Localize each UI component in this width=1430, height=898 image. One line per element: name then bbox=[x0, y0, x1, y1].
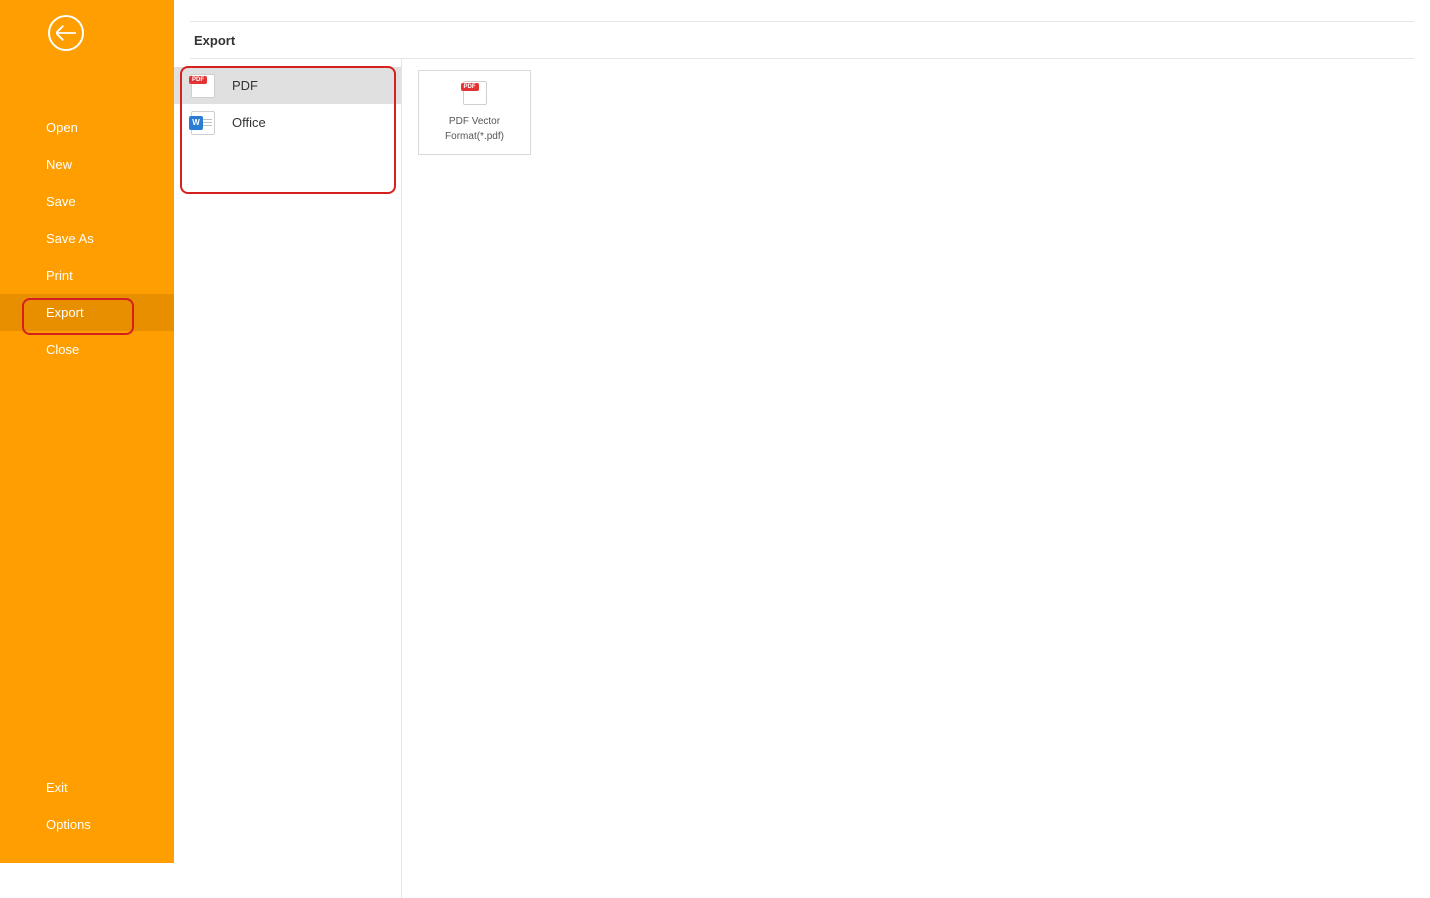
content-area: PDF PDF W Office bbox=[174, 59, 1430, 898]
pdf-icon: PDF bbox=[463, 81, 487, 105]
sidebar: Open New Save Save As Print Export Close… bbox=[0, 0, 174, 863]
sidebar-main-menu: Open New Save Save As Print Export Close bbox=[0, 109, 174, 368]
back-arrow-icon bbox=[56, 25, 76, 41]
sidebar-item-export[interactable]: Export bbox=[0, 294, 174, 331]
sidebar-item-label: Save As bbox=[46, 231, 94, 246]
output-option-pdf-vector[interactable]: PDF PDF Vector Format(*.pdf) bbox=[418, 70, 531, 155]
output-panel: PDF PDF Vector Format(*.pdf) bbox=[402, 59, 1430, 898]
format-panel: PDF PDF W Office bbox=[174, 59, 402, 898]
sidebar-item-exit[interactable]: Exit bbox=[0, 769, 174, 806]
sidebar-item-label: Print bbox=[46, 268, 73, 283]
sidebar-item-save[interactable]: Save bbox=[0, 183, 174, 220]
format-item-office[interactable]: W Office bbox=[174, 104, 401, 141]
format-item-label: Office bbox=[232, 115, 266, 130]
sidebar-item-save-as[interactable]: Save As bbox=[0, 220, 174, 257]
page-title: Export bbox=[194, 33, 235, 48]
sidebar-item-options[interactable]: Options bbox=[0, 806, 174, 843]
back-button[interactable] bbox=[48, 15, 84, 51]
sidebar-item-label: Exit bbox=[46, 780, 68, 795]
format-item-label: PDF bbox=[232, 78, 258, 93]
sidebar-item-label: New bbox=[46, 157, 72, 172]
sidebar-bottom-menu: Exit Options bbox=[0, 769, 174, 843]
sidebar-item-label: Options bbox=[46, 817, 91, 832]
main-area: Export PDF PDF bbox=[174, 0, 1430, 898]
sidebar-item-new[interactable]: New bbox=[0, 146, 174, 183]
sidebar-item-open[interactable]: Open bbox=[0, 109, 174, 146]
sidebar-item-label: Close bbox=[46, 342, 79, 357]
sidebar-item-print[interactable]: Print bbox=[0, 257, 174, 294]
output-option-label: PDF Vector Format(*.pdf) bbox=[445, 115, 504, 144]
sidebar-item-label: Export bbox=[46, 305, 84, 320]
sidebar-item-label: Save bbox=[46, 194, 76, 209]
header-bar: Export bbox=[190, 22, 1414, 59]
top-strip bbox=[190, 0, 1414, 22]
sidebar-item-label: Open bbox=[46, 120, 78, 135]
sidebar-item-close[interactable]: Close bbox=[0, 331, 174, 368]
format-item-pdf[interactable]: PDF PDF bbox=[174, 67, 401, 104]
format-list: PDF PDF W Office bbox=[174, 67, 401, 141]
word-icon: W bbox=[190, 110, 216, 136]
pdf-icon: PDF bbox=[190, 73, 216, 99]
